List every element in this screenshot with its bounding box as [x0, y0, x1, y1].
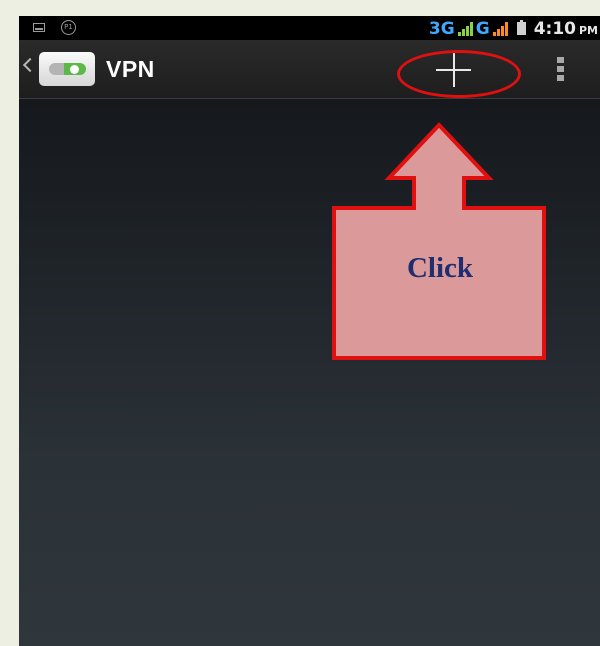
status-bar: P1 3G G 4:10 PM [19, 16, 600, 40]
tutorial-slide: P1 3G G 4:10 PM VPN Click [0, 0, 600, 646]
status-left-icons: P1 [33, 20, 76, 35]
chevron-left-icon[interactable] [22, 57, 38, 73]
p1-circle-icon: P1 [61, 20, 76, 35]
status-clock-ampm: PM [578, 24, 598, 37]
network-3g-label: 3G [428, 19, 455, 39]
overflow-menu-icon[interactable] [550, 54, 570, 84]
battery-icon [516, 20, 526, 35]
action-bar: VPN [19, 40, 600, 99]
toggle-track [49, 63, 86, 75]
toggle-knob [70, 64, 79, 74]
vpn-toggle-icon[interactable] [39, 52, 95, 86]
plus-icon [453, 52, 455, 87]
add-vpn-button[interactable] [399, 50, 519, 90]
image-notification-icon [33, 23, 45, 32]
signal-strength-icon [457, 20, 473, 36]
page-title: VPN [106, 56, 155, 82]
status-clock: 4:10 [533, 19, 576, 39]
signal-strength-icon [492, 20, 508, 36]
callout-arrow-shape [332, 122, 546, 360]
status-right-icons: 3G G 4:10 PM [429, 17, 598, 39]
callout-label: Click [406, 252, 474, 284]
network-g-label: G [475, 19, 490, 39]
